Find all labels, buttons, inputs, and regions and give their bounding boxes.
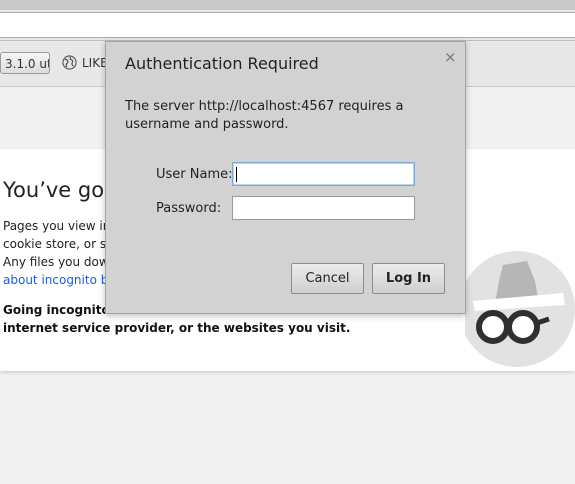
- warning-line: internet service provider, or the websit…: [3, 321, 351, 335]
- incognito-icon: [465, 251, 575, 367]
- password-label: Password:: [156, 201, 222, 216]
- login-button[interactable]: Log In: [372, 263, 445, 294]
- toolbar: [0, 10, 575, 41]
- dialog-title: Authentication Required: [125, 54, 319, 73]
- globe-icon: [62, 55, 77, 70]
- bookmark-label: LIKE: [82, 56, 108, 70]
- description-line: cookie store, or sea: [3, 237, 121, 251]
- close-icon[interactable]: ×: [444, 48, 457, 66]
- address-bar[interactable]: [0, 12, 575, 38]
- bookmark-label: 3.1.0 util: [5, 57, 49, 71]
- username-label: User Name:: [156, 167, 233, 182]
- auth-dialog: Authentication Required × The server htt…: [105, 41, 466, 314]
- dialog-message: The server http://localhost:4567 require…: [125, 99, 404, 132]
- username-input[interactable]: [232, 162, 415, 186]
- bookmark-item-util[interactable]: 3.1.0 util: [0, 52, 50, 74]
- learn-more-link[interactable]: about incognito bro: [3, 273, 120, 287]
- password-input[interactable]: [232, 196, 415, 220]
- cancel-button[interactable]: Cancel: [291, 263, 364, 294]
- description-line: Any files you downl: [3, 255, 120, 269]
- text-caret: [236, 167, 237, 182]
